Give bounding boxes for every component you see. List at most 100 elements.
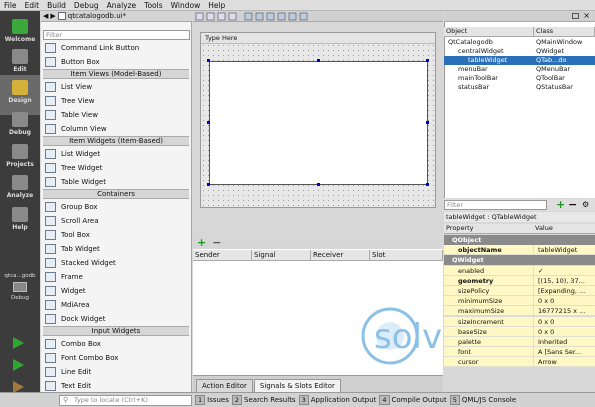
debug-run-icon[interactable]: [13, 359, 24, 371]
property-row[interactable]: minimumSize 0 x 0: [444, 296, 595, 307]
property-row[interactable]: geometry [(15, 10), 37...: [444, 275, 595, 286]
nav-forward-icon[interactable]: ▶: [50, 12, 55, 20]
object-row[interactable]: centralWidget QWidget: [444, 47, 595, 56]
resize-handle[interactable]: [426, 183, 429, 186]
editor-tab[interactable]: Signals & Slots Editor: [253, 379, 341, 392]
property-value[interactable]: tableWidget: [533, 245, 595, 255]
property-row[interactable]: sizePolicy [Expanding, ...: [444, 286, 595, 296]
widget-item[interactable]: Tool Box: [43, 228, 189, 241]
widget-item[interactable]: Table View: [43, 108, 189, 121]
property-value[interactable]: [Expanding, ...: [533, 286, 595, 295]
widget-item[interactable]: Font Combo Box: [43, 351, 189, 364]
session-selector[interactable]: qtca...godb Debug: [0, 273, 40, 301]
property-group[interactable]: QObject: [444, 235, 595, 245]
property-value[interactable]: A [Sans Ser...: [533, 347, 595, 357]
object-row[interactable]: QtCatalogodb QMainWindow: [444, 38, 595, 47]
property-row[interactable]: objectName tableWidget: [444, 245, 595, 256]
menu-analyze[interactable]: Analyze: [103, 1, 141, 10]
widget-item[interactable]: MdiArea: [43, 298, 189, 311]
property-row[interactable]: enabled ✓: [444, 265, 595, 276]
run-icon[interactable]: [13, 337, 24, 349]
widget-item[interactable]: List Widget: [43, 147, 189, 160]
locator-input[interactable]: ⚲ Type to locate (Ctrl+K): [59, 394, 192, 406]
output-pane-button[interactable]: 1 Issues: [195, 395, 229, 405]
widget-category[interactable]: Input Widgets: [43, 326, 189, 336]
widget-category[interactable]: Item Views (Model-Based): [43, 69, 189, 79]
object-column-header: Class: [534, 27, 595, 36]
widget-item[interactable]: Widget: [43, 284, 189, 297]
property-value[interactable]: 0 x 0: [533, 326, 595, 336]
resize-handle[interactable]: [317, 183, 320, 186]
property-value[interactable]: ✓: [533, 265, 595, 275]
build-icon[interactable]: [13, 381, 24, 393]
remove-connection-icon[interactable]: −: [212, 237, 221, 248]
object-row[interactable]: statusBar QStatusBar: [444, 83, 595, 92]
widget-item[interactable]: Command Link Button: [43, 41, 189, 54]
add-property-icon[interactable]: +: [556, 198, 565, 211]
resize-handle[interactable]: [207, 59, 210, 62]
widget-item[interactable]: Scroll Area: [43, 214, 189, 227]
widget-category[interactable]: Item Widgets (Item-Based): [43, 136, 189, 146]
widget-item[interactable]: Line Edit: [43, 365, 189, 378]
widget-item[interactable]: Stacked Widget: [43, 256, 189, 269]
remove-property-icon[interactable]: −: [568, 198, 577, 211]
menu-help[interactable]: Help: [204, 1, 229, 10]
property-row[interactable]: palette Inherited: [444, 337, 595, 347]
add-connection-icon[interactable]: +: [197, 237, 206, 248]
property-group[interactable]: QWidget: [444, 255, 595, 266]
widget-item[interactable]: Dock Widget: [43, 312, 189, 325]
menu-tools[interactable]: Tools: [140, 1, 166, 10]
widget-item[interactable]: Frame: [43, 270, 189, 283]
property-row[interactable]: maximumSize 16777215 x ...: [444, 306, 595, 317]
mode-help[interactable]: Help: [0, 202, 40, 242]
property-row[interactable]: font A [Sans Ser...: [444, 347, 595, 358]
property-row[interactable]: baseSize 0 x 0: [444, 326, 595, 337]
document-tab[interactable]: qtcatalogodb.ui*: [68, 12, 126, 20]
menu-debug[interactable]: Debug: [70, 1, 103, 10]
object-row[interactable]: tableWidget QTab...do: [444, 56, 595, 65]
property-value[interactable]: [(15, 10), 37...: [533, 275, 595, 285]
nav-back-icon[interactable]: ◀: [43, 12, 48, 20]
property-value[interactable]: 16777215 x ...: [533, 306, 595, 316]
menu-build[interactable]: Build: [43, 1, 70, 10]
output-pane-button[interactable]: 5 QML/JS Console: [449, 395, 516, 405]
output-pane-button[interactable]: 4 Compile Output: [379, 395, 447, 405]
widget-item[interactable]: Tab Widget: [43, 242, 189, 255]
widget-category[interactable]: Containers: [43, 189, 189, 199]
resize-handle[interactable]: [426, 59, 429, 62]
widget-item[interactable]: List View: [43, 80, 189, 93]
property-row[interactable]: sizeIncrement 0 x 0: [444, 316, 595, 327]
property-row[interactable]: cursor Arrow: [444, 357, 595, 368]
widget-item[interactable]: Table Widget: [43, 175, 189, 188]
property-value[interactable]: 0 x 0: [533, 296, 595, 306]
property-filter-input[interactable]: Filter: [444, 200, 547, 210]
property-value[interactable]: Inherited: [533, 337, 595, 346]
output-pane-button[interactable]: 3 Application Output: [298, 395, 376, 405]
property-value[interactable]: Arrow: [533, 357, 595, 367]
menu-edit[interactable]: Edit: [21, 1, 44, 10]
widget-item[interactable]: Tree View: [43, 94, 189, 107]
split-icon[interactable]: [572, 13, 579, 19]
editor-tab[interactable]: Action Editor: [196, 379, 253, 392]
widget-item[interactable]: Text Edit: [43, 379, 189, 392]
resize-handle[interactable]: [207, 183, 210, 186]
menu-type-here[interactable]: Type Here: [201, 33, 435, 44]
menu-file[interactable]: File: [0, 1, 21, 10]
table-widget[interactable]: [209, 61, 428, 185]
widget-item[interactable]: Group Box: [43, 200, 189, 213]
configure-icon[interactable]: ⚙: [582, 200, 589, 209]
resize-handle[interactable]: [426, 121, 429, 124]
menu-window[interactable]: Window: [167, 1, 205, 10]
widget-item[interactable]: Combo Box: [43, 337, 189, 350]
property-value[interactable]: 0 x 0: [533, 316, 595, 326]
object-row[interactable]: menuBar QMenuBar: [444, 65, 595, 74]
widget-item[interactable]: Button Box: [43, 55, 189, 68]
object-row[interactable]: mainToolBar QToolBar: [444, 74, 595, 83]
widget-item[interactable]: Tree Widget: [43, 161, 189, 174]
close-icon[interactable]: ×: [583, 11, 590, 20]
widget-filter-input[interactable]: Filter: [43, 30, 190, 40]
resize-handle[interactable]: [317, 59, 320, 62]
output-pane-button[interactable]: 2 Search Results: [231, 395, 296, 405]
widget-item[interactable]: Column View: [43, 122, 189, 135]
resize-handle[interactable]: [207, 121, 210, 124]
